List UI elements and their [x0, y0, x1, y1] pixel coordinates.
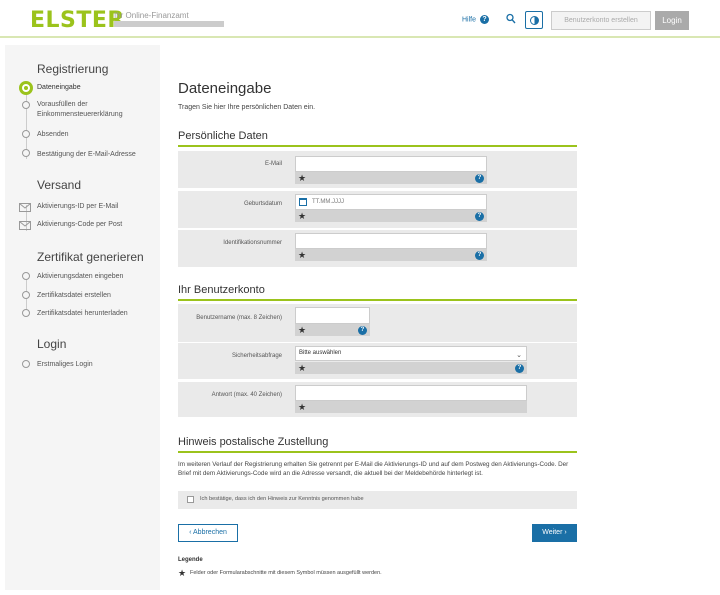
- login-button[interactable]: Login: [655, 11, 689, 30]
- question-mark-icon[interactable]: ?: [515, 363, 524, 373]
- contrast-button[interactable]: [525, 11, 543, 29]
- step-active-icon: [19, 81, 33, 95]
- birthdate-field[interactable]: TT.MM.JJJJ: [295, 194, 487, 210]
- legend-title: Legende: [178, 557, 203, 563]
- required-bar: ★ ?: [295, 362, 527, 374]
- create-account-button[interactable]: Benutzerkonto erstellen: [551, 11, 651, 30]
- help-link[interactable]: Hilfe ?: [462, 15, 489, 24]
- username-label: Benutzername (max. 8 Zeichen): [196, 315, 282, 321]
- required-bar: ★: [295, 401, 527, 413]
- birthdate-row: Geburtsdatum TT.MM.JJJJ ★ ?: [178, 191, 577, 228]
- step-icon: [22, 309, 30, 317]
- intro-text: Tragen Sie hier Ihre persönlichen Daten …: [178, 104, 316, 111]
- step-icon: [22, 291, 30, 299]
- notice-text: Im weiteren Verlauf der Registrierung er…: [178, 461, 569, 477]
- star-icon: ★: [298, 211, 307, 221]
- email-row: E-Mail ★ ?: [178, 151, 577, 188]
- sidebar-heading-versand: Versand: [37, 178, 82, 192]
- step-icon: [22, 360, 30, 368]
- sidebar-heading-zertifikat: Zertifikat generieren: [37, 250, 144, 264]
- question-mark-icon[interactable]: ?: [475, 250, 484, 260]
- step-icon: [22, 101, 30, 109]
- answer-row: Antwort (max. 40 Zeichen) ★: [178, 382, 577, 417]
- mail-icon: [19, 203, 31, 212]
- confirm-checkbox[interactable]: [187, 496, 194, 503]
- section-rule: [178, 299, 577, 301]
- birthdate-label: Geburtsdatum: [243, 201, 282, 207]
- sidebar-item-absenden[interactable]: Absenden: [37, 130, 152, 140]
- section-rule: [178, 145, 577, 147]
- star-icon: ★: [298, 402, 307, 412]
- sidebar-item-zertifikat-erstellen[interactable]: Zertifikatsdatei erstellen: [37, 291, 152, 301]
- required-bar: ★ ?: [295, 324, 370, 336]
- username-field[interactable]: [295, 307, 370, 324]
- header: ELSTER Ihr Online-Finanzamt Hilfe ? Benu…: [0, 0, 720, 38]
- username-row: Benutzername (max. 8 Zeichen) ★ ?: [178, 304, 577, 342]
- security-question-select[interactable]: Bitte auswählen ⌄: [295, 346, 527, 361]
- legend-text: Felder oder Formularabschnitte mit diese…: [190, 570, 382, 576]
- help-label: Hilfe: [462, 16, 477, 24]
- security-question-label: Sicherheitsabfrage: [231, 353, 282, 359]
- section-rule: [178, 451, 577, 453]
- question-mark-icon[interactable]: ?: [358, 325, 367, 335]
- section-title-account: Ihr Benutzerkonto: [178, 284, 265, 296]
- confirm-row: Ich bestätige, dass ich den Hinweis zur …: [178, 491, 577, 509]
- section-title-personal: Persönliche Daten: [178, 130, 268, 142]
- step-icon: [22, 272, 30, 280]
- search-icon[interactable]: [506, 13, 516, 25]
- chevron-down-icon: ⌄: [516, 352, 522, 359]
- next-label: Weiter: [542, 529, 563, 536]
- question-mark-icon[interactable]: ?: [475, 211, 484, 221]
- step-icon: [22, 130, 30, 138]
- security-question-row: Sicherheitsabfrage Bitte auswählen ⌄ ★ ?: [178, 343, 577, 379]
- id-number-row: Identifikationsnummer ★ ?: [178, 230, 577, 267]
- id-number-field[interactable]: [295, 233, 487, 249]
- sidebar-item-dateneingabe[interactable]: Dateneingabe: [37, 83, 152, 93]
- step-icon: [22, 149, 30, 157]
- email-field[interactable]: [295, 156, 487, 172]
- elster-logo[interactable]: ELSTER: [30, 8, 125, 33]
- confirm-label[interactable]: Ich bestätige, dass ich den Hinweis zur …: [200, 496, 364, 502]
- answer-field[interactable]: [295, 385, 527, 401]
- sidebar-item-aktivierungs-id[interactable]: Aktivierungs-ID per E-Mail: [37, 202, 152, 212]
- star-icon: ★: [298, 173, 307, 183]
- sidebar-heading-login: Login: [37, 337, 67, 351]
- chevron-right-icon: ›: [562, 529, 567, 536]
- sidebar-item-bestaetigung[interactable]: Bestätigung der E-Mail-Adresse: [37, 150, 157, 160]
- cancel-label: Abbrechen: [193, 529, 227, 536]
- required-bar: ★ ?: [295, 210, 487, 222]
- question-mark-icon: ?: [479, 15, 489, 24]
- required-bar: ★ ?: [295, 249, 487, 261]
- birthdate-placeholder: TT.MM.JJJJ: [312, 199, 344, 205]
- contrast-icon: [530, 16, 539, 25]
- required-bar: ★ ?: [295, 172, 487, 184]
- calendar-icon[interactable]: [299, 198, 307, 206]
- sidebar-item-vorausfuellen[interactable]: Vorausfüllen der Einkommensteuererklärun…: [37, 100, 152, 120]
- tagline: Ihr Online-Finanzamt: [114, 11, 189, 20]
- sidebar-item-zertifikat-herunterladen[interactable]: Zertifikatsdatei herunterladen: [37, 309, 157, 319]
- sidebar-item-aktivierungs-code[interactable]: Aktivierungs-Code per Post: [37, 220, 152, 230]
- security-question-value: Bitte auswählen: [299, 350, 342, 356]
- question-mark-icon[interactable]: ?: [475, 173, 484, 183]
- star-icon: ★: [178, 568, 187, 578]
- next-button[interactable]: Weiter ›: [532, 524, 577, 542]
- sidebar-item-aktivierungsdaten[interactable]: Aktivierungsdaten eingeben: [37, 272, 152, 282]
- answer-label: Antwort (max. 40 Zeichen): [211, 392, 282, 398]
- cancel-button[interactable]: ‹ Abbrechen: [178, 524, 238, 542]
- section-title-notice: Hinweis postalische Zustellung: [178, 436, 329, 448]
- page-title: Dateneingabe: [178, 80, 272, 97]
- sidebar-item-erstmaliges-login[interactable]: Erstmaliges Login: [37, 360, 152, 370]
- sidebar-heading-registrierung: Registrierung: [37, 62, 109, 76]
- star-icon: ★: [298, 363, 307, 373]
- star-icon: ★: [298, 325, 307, 335]
- email-label: E-Mail: [264, 161, 282, 167]
- sidebar: Registrierung Dateneingabe Vorausfüllen …: [5, 45, 160, 590]
- page: ELSTER Ihr Online-Finanzamt Hilfe ? Benu…: [0, 0, 720, 595]
- id-number-label: Identifikationsnummer: [223, 240, 282, 246]
- letter-icon: [19, 221, 31, 230]
- tagline-bar: [114, 21, 224, 27]
- star-icon: ★: [298, 250, 307, 260]
